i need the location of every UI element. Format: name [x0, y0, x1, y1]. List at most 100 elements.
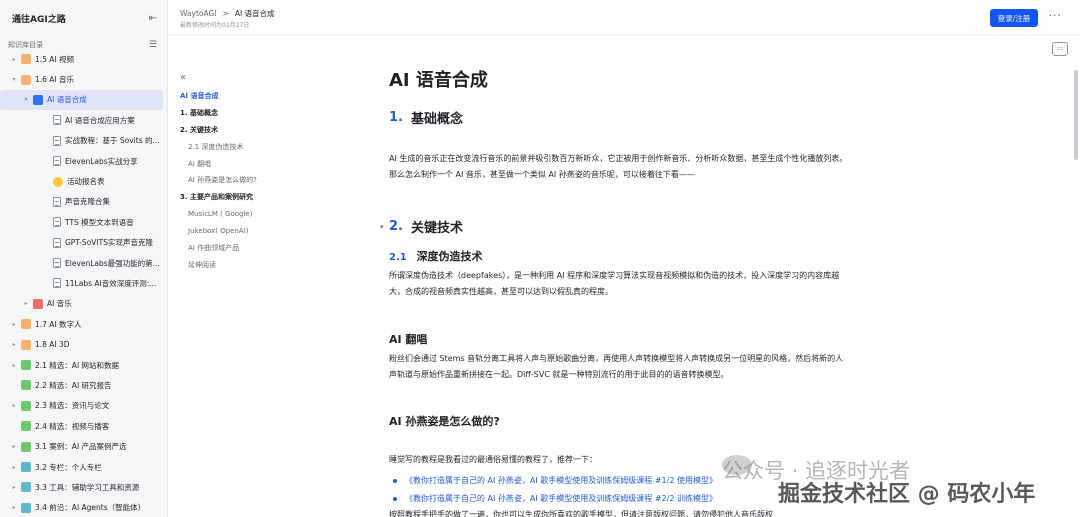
sidebar-item[interactable]: 活动报名表 — [0, 171, 167, 191]
document-icon — [53, 135, 61, 146]
document-icon — [53, 115, 61, 126]
folder-icon — [21, 421, 31, 432]
link-text[interactable]: 《教你打造属于自己的 AI 孙燕姿，AI 歌手模型使用及训练保姆级课程 #2/2… — [405, 493, 717, 504]
chevron-down-icon[interactable]: ▾ — [10, 76, 18, 83]
chevron-right-icon[interactable]: ▸ — [10, 402, 18, 409]
folder-icon — [21, 360, 31, 371]
bullet-icon — [393, 478, 397, 483]
sidebar-item[interactable]: 2.2 精选：AI 研究报告 — [0, 375, 167, 395]
outline-item[interactable]: 1. 基础概念 — [180, 105, 290, 122]
sidebar-item-label: 3.3 工具：辅助学习工具和资源 — [35, 482, 140, 492]
sidebar-item[interactable]: ▾ AI 语音合成 — [0, 89, 163, 111]
sidebar-item[interactable]: TTS 模型文本到语音 — [0, 212, 167, 232]
sidebar-item-label: 3.2 专栏：个人专栏 — [35, 462, 102, 472]
sidebar: 通往AGI之路 ⇤ 知识库目录 ☰ ▸ 1.5 AI 视频 ▾ 1.6 AI 音乐 ▾ A… — [0, 0, 168, 517]
paragraph-ai-cover: 粉丝们会通过 Stems 音轨分离工具将人声与原始歌曲分离，再使用人声转换模型将… — [389, 354, 844, 379]
emoji-icon — [53, 176, 63, 187]
chevron-down-icon[interactable]: ▾ — [22, 96, 30, 103]
folder-icon — [21, 74, 31, 85]
sidebar-item[interactable]: ▸ 3.2 专栏：个人专栏 — [0, 457, 167, 477]
breadcrumb-current[interactable]: AI 语音合成 — [235, 8, 275, 19]
outline-item[interactable]: AI 作曲领域产品 — [180, 240, 290, 257]
chevron-right-icon[interactable]: ▸ — [10, 341, 18, 348]
sidebar-title[interactable]: 通往AGI之路 — [12, 12, 66, 25]
outline-item[interactable]: 延伸阅读 — [180, 257, 290, 274]
page-title: AI 语音合成 — [389, 70, 488, 91]
sidebar-item[interactable]: ▸ AI 音乐 — [0, 294, 167, 314]
chevron-right-icon[interactable]: ▸ — [10, 464, 18, 471]
outline-item[interactable]: 2. 关键技术 — [180, 122, 290, 139]
sidebar-item[interactable]: ▾ 1.6 AI 音乐 — [0, 69, 167, 89]
page-icon — [33, 298, 43, 309]
outline-item[interactable]: MusicLM ( Google) — [180, 206, 290, 223]
watermark-line2: 掘金技术社区 @ 码农小年 — [778, 482, 1036, 507]
collapse-sidebar-icon[interactable]: ⇤ — [149, 13, 157, 24]
sidebar-item[interactable]: ▸ 3.4 前沿：AI Agents（智能体） — [0, 498, 167, 517]
sidebar-item[interactable]: GPT-SoVITS实现声音克隆 — [0, 233, 167, 253]
sidebar-item-label: 11Labs AI音效深度评测:... — [65, 278, 157, 288]
sidebar-item-label: ElevenLabs最强功能的第... — [65, 258, 160, 268]
chevron-right-icon[interactable]: ▸ — [10, 484, 18, 491]
sidebar-item[interactable]: ▸ 1.7 AI 数字人 — [0, 314, 167, 334]
outline-item[interactable]: 2.1 深度伪造技术 — [180, 139, 290, 156]
sidebar-item[interactable]: ▸ 2.1 精选：AI 网站和数据 — [0, 355, 167, 375]
tutorial-link-1[interactable]: 《教你打造属于自己的 AI 孙燕姿，AI 歌手模型使用及训练保姆级课程 #1/2… — [393, 475, 717, 486]
sidebar-item[interactable]: 11Labs AI音效深度评测:... — [0, 273, 167, 293]
outline-list: AI 语音合成 1. 基础概念 2. 关键技术 2.1 深度伪造技术 AI 翻唱 AI 孙… — [180, 88, 290, 274]
collapse-outline-icon[interactable]: « — [180, 72, 290, 88]
outline-item[interactable]: AI 孙燕姿是怎么做的? — [180, 172, 290, 189]
sidebar-item[interactable]: ▸ 1.8 AI 3D — [0, 334, 167, 354]
sidebar-item[interactable]: 实战教程：基于 Sovits 的... — [0, 131, 167, 151]
outline-item[interactable]: Jukebox( OpenAI) — [180, 223, 290, 240]
scrollbar[interactable] — [1074, 70, 1078, 160]
breadcrumb-separator: > — [222, 9, 229, 18]
sidebar-item[interactable]: 2.4 精选：视频与播客 — [0, 416, 167, 436]
sidebar-item[interactable]: ElevenLabs最强功能的第... — [0, 253, 167, 273]
document-icon — [53, 237, 61, 248]
outline-item[interactable]: AI 语音合成 — [180, 88, 290, 105]
folder-icon — [21, 462, 31, 472]
chevron-right-icon[interactable]: ▸ — [10, 504, 18, 511]
sidebar-item[interactable]: 声音克隆合集 — [0, 192, 167, 212]
sidebar-item-label: 1.8 AI 3D — [35, 340, 70, 350]
sidebar-item[interactable]: ElevenLabs实战分享 — [0, 151, 167, 171]
paragraph-partial: 按照教程手把手的做了一遍，你也可以生成你所喜欢的歌手模型，但请注意版权问题，请勿… — [389, 510, 773, 517]
document-icon — [53, 196, 61, 207]
heading-number: 1. — [389, 110, 403, 125]
folder-icon — [21, 319, 31, 330]
chevron-right-icon[interactable]: ▸ — [10, 56, 18, 63]
sidebar-item[interactable]: AI 语音合成应用方案 — [0, 110, 167, 130]
sidebar-item-label: AI 语音合成 — [47, 95, 87, 105]
folder-icon — [21, 339, 31, 350]
comment-icon[interactable]: ▭ — [1052, 42, 1068, 56]
outline-item[interactable]: AI 翻唱 — [180, 156, 290, 173]
sidebar-item[interactable]: ▸ 2.3 精选：资讯与论文 — [0, 396, 167, 416]
heading-text: 基础概念 — [410, 112, 463, 127]
link-text[interactable]: 《教你打造属于自己的 AI 孙燕姿，AI 歌手模型使用及训练保姆级课程 #1/2… — [405, 475, 717, 486]
outline-item[interactable]: 3. 主要产品和案例研究 — [180, 189, 290, 206]
chevron-right-icon[interactable]: ▸ — [10, 362, 18, 369]
tutorial-link-2[interactable]: 《教你打造属于自己的 AI 孙燕姿，AI 歌手模型使用及训练保姆级课程 #2/2… — [393, 493, 717, 504]
sidebar-item[interactable]: ▸ 3.1 案例：AI 产品案例严选 — [0, 436, 167, 456]
sidebar-item-label: ElevenLabs实战分享 — [65, 156, 138, 166]
sidebar-item-label: 1.6 AI 音乐 — [35, 75, 75, 85]
sidebar-item-label: 2.1 精选：AI 网站和数据 — [35, 360, 120, 370]
heading-ai-cover: AI 翻唱 — [389, 333, 428, 346]
paragraph-deepfake: 所谓深度伪造技术（deepfakes），是一种利用 AI 程序和深度学习算法实现… — [389, 271, 840, 296]
sidebar-item[interactable]: ▸ 1.5 AI 视频 — [0, 49, 167, 69]
more-options-icon[interactable]: ··· — [1049, 9, 1063, 22]
login-button[interactable]: 登录/注册 — [990, 9, 1038, 27]
sidebar-item[interactable]: ▸ 3.3 工具：辅助学习工具和资源 — [0, 477, 167, 497]
collapse-heading-icon[interactable]: ▾ — [380, 223, 384, 231]
folder-icon — [21, 400, 31, 411]
chevron-right-icon[interactable]: ▸ — [10, 443, 18, 450]
document-icon — [53, 156, 61, 167]
breadcrumb-root[interactable]: WaytoAGI — [180, 9, 217, 18]
last-updated: 最新修改时间为02月27日 — [180, 22, 250, 29]
chevron-right-icon[interactable]: ▸ — [22, 300, 30, 307]
breadcrumb: WaytoAGI > AI 语音合成 — [180, 8, 275, 19]
chevron-right-icon[interactable]: ▸ — [10, 321, 18, 328]
top-bar: WaytoAGI > AI 语音合成 最新修改时间为02月27日 登录/注册 ·… — [168, 0, 1080, 36]
heading-number: 2. — [389, 219, 403, 234]
sidebar-item-label: 1.5 AI 视频 — [35, 54, 75, 64]
